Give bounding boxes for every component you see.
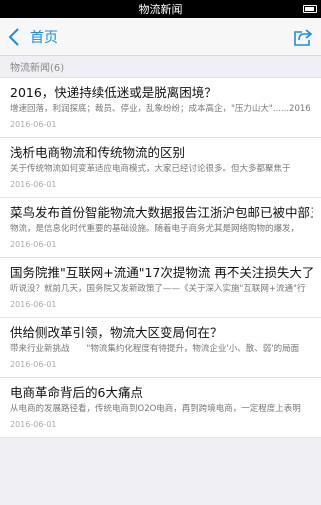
item-date: 2016-06-01 (10, 180, 57, 189)
status-bar: 物流新闻 (0, 0, 321, 18)
list-item[interactable]: 浅析电商物流和传统物流的区别 关于传统物流如何变革适应电商模式，大家已经讨论很多… (0, 138, 321, 198)
item-title: 菜鸟发布首份智能物流大数据报告江浙沪包邮已被中部五省超越 (10, 205, 313, 220)
list-item[interactable]: 国务院推"互联网+流通"17次提物流 再不关注损失大了 听说没？就前几天，国务院… (0, 258, 321, 318)
item-title: 国务院推"互联网+流通"17次提物流 再不关注损失大了 (10, 265, 313, 280)
item-summary: 听说没？就前几天，国务院又发新政策了——《关于深入实施"互联网+流通"行 (10, 284, 306, 294)
item-title: 2016，快递持续低迷或是脱离困境？ (10, 85, 217, 100)
item-summary: 增速回落，利润探底；裁员、停业，乱象纷纷；成本高企，"压力山大"......20… (10, 104, 311, 114)
item-date: 2016-06-01 (10, 240, 57, 249)
item-date: 2016-06-01 (10, 360, 57, 369)
item-summary: 带来行业新挑战 "物流集约化程度有待提升，物流企业'小、散、弱'的局面 (10, 344, 300, 354)
back-button[interactable]: 首页 (0, 18, 58, 55)
status-bar-title: 物流新闻 (138, 3, 183, 16)
list-item[interactable]: 电商革命背后的6大痛点 从电商的发展路径看，传统电商到O2O电商，再到跨境电商，… (0, 378, 321, 438)
item-date: 2016-06-01 (10, 120, 57, 129)
list-item[interactable]: 菜鸟发布首份智能物流大数据报告江浙沪包邮已被中部五省超越 物流，是信息化时代重要… (0, 198, 321, 258)
section-header: 物流新闻(6) (0, 56, 321, 78)
item-title: 供给侧改革引领，物流大区变局何在？ (10, 325, 223, 340)
news-list: 2016，快递持续低迷或是脱离困境？ 增速回落，利润探底；裁员、停业，乱象纷纷；… (0, 78, 321, 438)
item-summary: 关于传统物流如何变革适应电商模式，大家已经讨论很多。但大多都聚焦于 (10, 164, 291, 174)
battery-icon (303, 5, 317, 13)
back-button-label: 首页 (30, 29, 58, 46)
item-title: 电商革命背后的6大痛点 (10, 385, 143, 400)
list-item[interactable]: 供给侧改革引领，物流大区变局何在？ 带来行业新挑战 "物流集约化程度有待提升，物… (0, 318, 321, 378)
navigation-bar: 首页 (0, 18, 321, 56)
share-icon[interactable] (293, 27, 313, 47)
item-date: 2016-06-01 (10, 420, 57, 429)
item-title: 浅析电商物流和传统物流的区别 (10, 145, 186, 160)
item-date: 2016-06-01 (10, 300, 57, 309)
chevron-left-icon (8, 27, 19, 46)
list-item[interactable]: 2016，快递持续低迷或是脱离困境？ 增速回落，利润探底；裁员、停业，乱象纷纷；… (0, 78, 321, 138)
item-summary: 从电商的发展路径看，传统电商到O2O电商，再到跨境电商，一定程度上表明 (10, 404, 301, 414)
item-summary: 物流，是信息化时代重要的基础设施。随着电子商务尤其是网络购物的爆发， (10, 224, 300, 234)
